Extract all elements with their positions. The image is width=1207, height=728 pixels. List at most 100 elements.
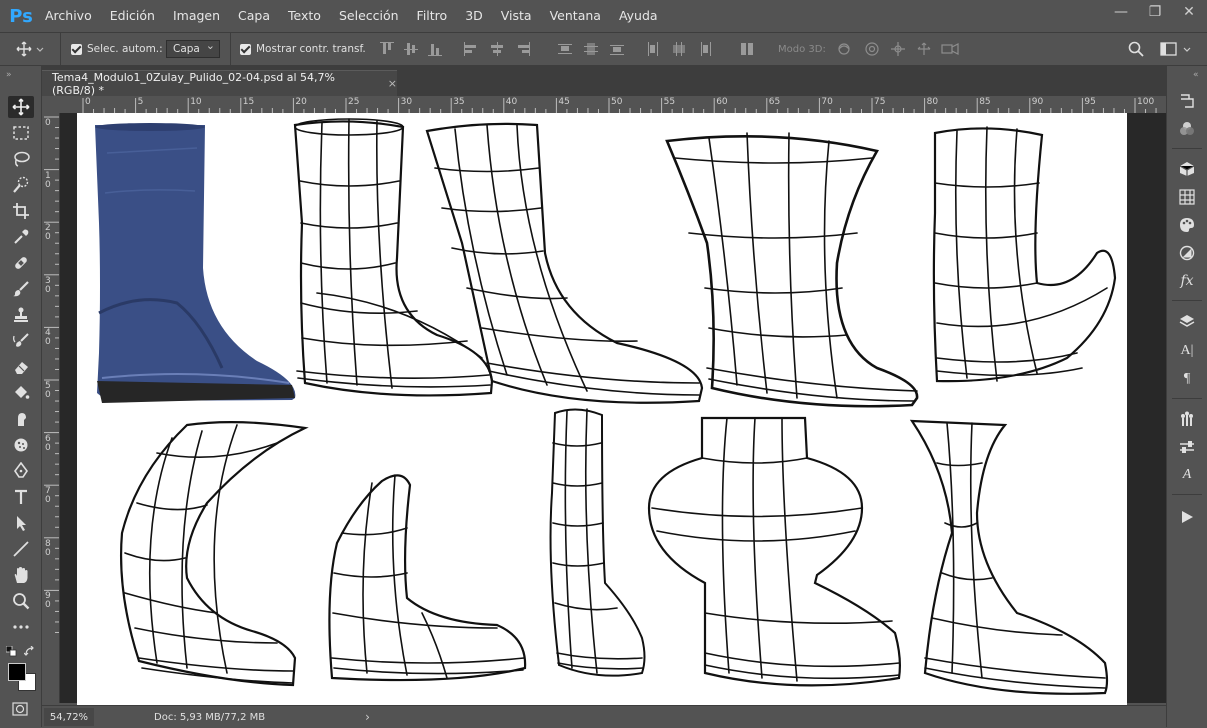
distribute-right-icon[interactable] <box>698 42 712 56</box>
show-transform-checkbox[interactable] <box>240 43 251 55</box>
quick-selection-tool[interactable] <box>8 174 34 196</box>
clone-stamp-tool[interactable] <box>8 304 34 326</box>
brushes-panel-icon[interactable] <box>1175 408 1199 430</box>
align-bottom-icon[interactable] <box>428 42 442 56</box>
eyedropper-tool[interactable] <box>8 226 34 248</box>
ruler-origin[interactable] <box>42 96 76 113</box>
ruler-label: 2 0 <box>45 223 51 243</box>
expand-panels-icon[interactable]: « <box>1193 70 1199 80</box>
close-tab-icon[interactable]: × <box>388 77 397 90</box>
foreground-color-swatch[interactable] <box>8 663 26 681</box>
3d-panel-icon[interactable] <box>1175 158 1199 180</box>
brush-icon <box>13 281 29 297</box>
swatches-panel-icon[interactable] <box>1175 118 1199 140</box>
close-button[interactable]: ✕ <box>1179 2 1199 22</box>
adjustments-icon[interactable] <box>1175 242 1199 264</box>
blur-tool[interactable] <box>8 408 34 430</box>
auto-select-dropdown[interactable]: Capa <box>166 39 220 58</box>
bandage-icon <box>15 257 27 269</box>
align-right-icon[interactable] <box>516 42 530 56</box>
menu-filtro[interactable]: Filtro <box>408 0 457 32</box>
marquee-tool[interactable] <box>8 122 34 144</box>
auto-select-checkbox[interactable] <box>71 43 82 55</box>
zoom-level-field[interactable]: 54,72% <box>44 708 94 726</box>
quick-mask-icon[interactable] <box>12 702 28 719</box>
palette-icon[interactable] <box>1175 214 1199 236</box>
edit-toolbar-tool[interactable] <box>8 616 34 638</box>
brush-settings-icon[interactable] <box>1175 436 1199 458</box>
distribute-bottom-icon[interactable] <box>610 42 624 56</box>
minimize-button[interactable]: — <box>1111 2 1131 22</box>
align-left-icon[interactable] <box>464 42 478 56</box>
align-top-icon[interactable] <box>380 42 394 56</box>
hand-tool[interactable] <box>8 564 34 586</box>
3d-tools-icon[interactable] <box>836 41 966 57</box>
history-brush-tool[interactable] <box>8 330 34 352</box>
history-panel-icon[interactable] <box>1175 90 1199 112</box>
menu-ayuda[interactable]: Ayuda <box>610 0 667 32</box>
pen-tool[interactable] <box>8 460 34 482</box>
path-selection-tool[interactable] <box>8 512 34 534</box>
brush-tool[interactable] <box>8 278 34 300</box>
menu-seleccion[interactable]: Selección <box>330 0 408 32</box>
window-controls: — ❐ ✕ <box>1111 2 1199 22</box>
ruler-label: 55 <box>663 97 676 107</box>
align-vcenter-icon[interactable] <box>404 42 418 56</box>
menu-3d[interactable]: 3D <box>456 0 492 32</box>
type-icon <box>15 489 27 504</box>
distribute-hcenter-icon[interactable] <box>672 42 686 56</box>
distribute-top-icon[interactable] <box>558 42 572 56</box>
paint-bucket-tool[interactable] <box>8 382 34 404</box>
document-canvas[interactable] <box>77 113 1127 705</box>
distribute-left-icon[interactable] <box>646 42 660 56</box>
menu-vista[interactable]: Vista <box>492 0 541 32</box>
ruler-label: 90 <box>1031 97 1044 107</box>
restore-button[interactable]: ❐ <box>1145 2 1165 22</box>
menu-imagen[interactable]: Imagen <box>164 0 229 32</box>
ruler-label: 0 <box>85 97 91 107</box>
layers-panel-icon[interactable] <box>1175 310 1199 332</box>
zoom-tool[interactable] <box>8 590 34 612</box>
actions-play-icon[interactable] <box>1175 506 1199 528</box>
dodge-tool[interactable] <box>8 434 34 456</box>
swap-colors-icon[interactable] <box>23 645 36 661</box>
menu-edicion[interactable]: Edición <box>101 0 164 32</box>
sketch-boot-2 <box>293 118 494 397</box>
status-menu-arrow-icon[interactable]: › <box>365 710 370 724</box>
ruler-label: 75 <box>874 97 886 107</box>
menu-capa[interactable]: Capa <box>229 0 279 32</box>
auto-align-icon[interactable] <box>740 42 754 56</box>
paragraph-panel-icon[interactable]: ¶ <box>1175 368 1199 390</box>
distribute-vcenter-icon[interactable] <box>584 42 598 56</box>
eraser-tool[interactable] <box>8 356 34 378</box>
character-panel-icon[interactable]: A| <box>1175 340 1199 362</box>
menu-texto[interactable]: Texto <box>279 0 330 32</box>
styles-fx-icon[interactable]: fx <box>1175 270 1199 292</box>
search-icon[interactable] <box>1128 41 1144 60</box>
lasso-tool[interactable] <box>8 148 34 170</box>
document-tab[interactable]: Tema4_Modulo1_0Zulay_Pulido_02-04.psd al… <box>42 70 397 97</box>
grid-panel-icon[interactable] <box>1175 186 1199 208</box>
type-tool[interactable] <box>8 486 34 508</box>
glyphs-panel-icon[interactable]: A <box>1175 464 1199 486</box>
zoom-icon <box>13 593 30 610</box>
move-tool-preset[interactable] <box>16 33 46 65</box>
crop-tool[interactable] <box>8 200 34 222</box>
marquee-icon <box>13 126 29 140</box>
horizontal-ruler[interactable]: 0 5 10 15 20 25 30 35 40 45 50 55 60 65 70 75 80 85 90 95 10… <box>76 96 1166 114</box>
align-hcenter-icon[interactable] <box>490 42 504 56</box>
line-tool[interactable] <box>8 538 34 560</box>
workspace-switcher-icon[interactable] <box>1160 41 1196 60</box>
move-tool[interactable] <box>8 96 34 118</box>
sketch-boot-10 <box>909 419 1109 695</box>
ruler-label: 80 <box>926 97 939 107</box>
vertical-ruler[interactable]: 0 1 0 2 0 3 0 4 0 5 0 6 0 7 0 8 0 9 0 <box>42 113 60 703</box>
auto-select-label: Selec. autom.: <box>87 43 163 55</box>
quick-selection-icon <box>13 176 29 193</box>
collapse-panel-icon[interactable]: » <box>6 70 12 80</box>
boot-sketches-artwork <box>95 118 1117 695</box>
menu-ventana[interactable]: Ventana <box>541 0 610 32</box>
default-colors-icon[interactable] <box>5 645 18 661</box>
menu-archivo[interactable]: Archivo <box>36 0 101 32</box>
healing-brush-tool[interactable] <box>8 252 34 274</box>
